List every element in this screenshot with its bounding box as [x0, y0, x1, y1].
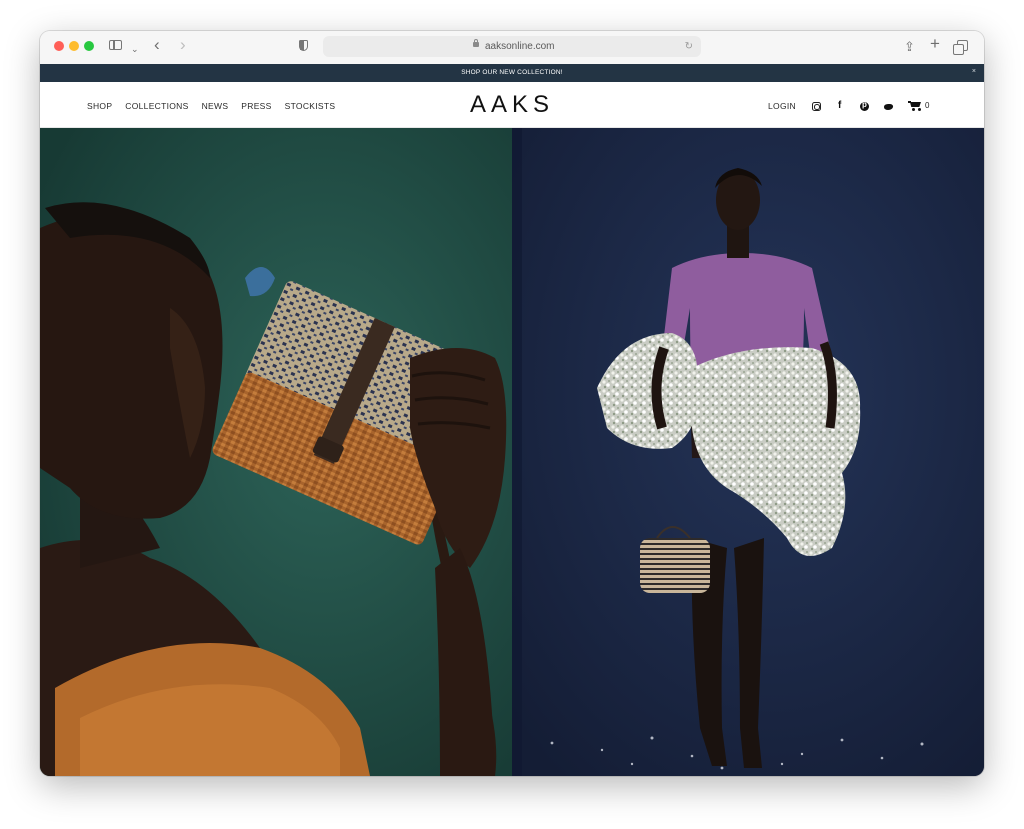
hero-image-right[interactable]	[512, 128, 984, 776]
browser-window: ⌄ ‹ › aaksonline.com ↻ ⇪ + SHOP OUR NEW …	[40, 31, 984, 776]
address-bar[interactable]: aaksonline.com ↻	[323, 36, 701, 57]
twitter-icon[interactable]	[883, 102, 893, 111]
forward-arrow-icon[interactable]: ›	[180, 36, 186, 54]
site-header: SHOP COLLECTIONS NEWS PRESS STOCKISTS AA…	[40, 82, 984, 128]
minimize-window-button[interactable]	[69, 41, 79, 51]
login-link[interactable]: LOGIN	[768, 100, 796, 112]
pinterest-icon[interactable]	[859, 100, 869, 111]
hero-banner[interactable]	[40, 128, 984, 776]
back-arrow-icon[interactable]: ‹	[154, 36, 160, 54]
reload-icon[interactable]: ↻	[685, 39, 693, 54]
sidebar-icon[interactable]	[109, 40, 122, 50]
zoom-window-button[interactable]	[84, 41, 94, 51]
privacy-shield-icon[interactable]	[299, 40, 308, 51]
address-bar-url: aaksonline.com	[485, 41, 555, 52]
hero-image-left[interactable]	[40, 128, 512, 776]
share-icon[interactable]: ⇪	[904, 38, 915, 56]
new-tab-icon[interactable]: +	[930, 35, 940, 53]
model-with-clutch-illustration	[40, 128, 512, 776]
announcement-close-button[interactable]: ×	[972, 67, 976, 77]
announcement-text[interactable]: SHOP OUR NEW COLLECTION!	[40, 68, 984, 78]
cart-icon[interactable]	[907, 101, 922, 111]
announcement-bar: SHOP OUR NEW COLLECTION! ×	[40, 64, 984, 82]
model-with-flowers-illustration	[512, 128, 984, 776]
chevron-down-icon[interactable]: ⌄	[131, 40, 139, 58]
lock-icon	[473, 39, 479, 47]
browser-toolbar: ⌄ ‹ › aaksonline.com ↻ ⇪ +	[40, 31, 984, 65]
close-window-button[interactable]	[54, 41, 64, 51]
tabs-overview-icon[interactable]	[953, 40, 968, 55]
header-actions: LOGIN 0	[768, 100, 929, 112]
instagram-icon[interactable]	[811, 101, 821, 111]
cart-count[interactable]: 0	[925, 100, 929, 112]
facebook-icon[interactable]	[836, 100, 845, 111]
